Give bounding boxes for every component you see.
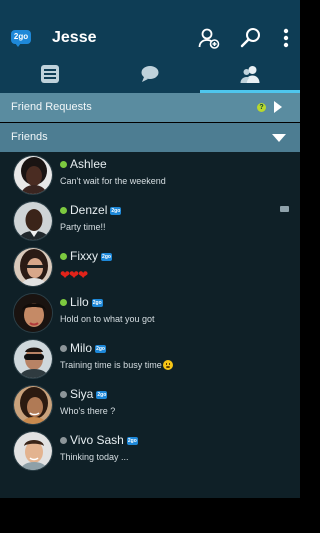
2go-badge: 2go (95, 345, 107, 353)
tab-messages[interactable] (100, 58, 200, 93)
tab-bar (0, 58, 300, 93)
2go-badge: 2go (101, 253, 112, 261)
app-screen: 2go Jesse Friend Requests ? Friends Ashl… (0, 0, 300, 533)
list-item[interactable]: Ashlee Can't wait for the weekend (0, 152, 300, 198)
avatar (13, 247, 53, 287)
friend-name: Siya 2go (70, 387, 108, 401)
status-dot-offline (60, 391, 67, 398)
avatar (13, 155, 53, 195)
friend-status-message: Hold on to what you got (60, 314, 155, 324)
smiley-icon (162, 360, 173, 370)
list-item[interactable]: Lilo 2go Hold on to what you got (0, 290, 300, 336)
tab-friends[interactable] (200, 58, 300, 93)
avatar (13, 201, 53, 241)
friends-header[interactable]: Friends (0, 123, 300, 152)
friend-name: Fixxy 2go (70, 249, 112, 263)
tab-chats-list[interactable] (0, 58, 100, 93)
avatar (13, 339, 53, 379)
friend-name: Ashlee (70, 157, 107, 171)
search-icon[interactable] (239, 26, 263, 50)
requests-count-badge: ? (257, 103, 266, 112)
app-logo: 2go (11, 30, 31, 47)
chat-bubble-icon (141, 66, 159, 82)
page-title: Jesse (52, 29, 97, 46)
friend-status-message: Party time!! (60, 222, 106, 232)
hearts-icon: ❤❤❤ (60, 268, 88, 282)
bottom-bar (0, 498, 300, 533)
list-item[interactable]: Denzel 2go Party time!! (0, 198, 300, 244)
chevron-down-icon (272, 134, 286, 142)
friends-icon (240, 66, 260, 83)
list-item[interactable]: Milo 2go Training time is busy time (0, 336, 300, 382)
2go-badge: 2go (126, 437, 138, 445)
friend-name: Milo 2go (70, 341, 107, 355)
friend-status-message: Thinking today ... (60, 452, 129, 462)
status-dot-online (60, 299, 67, 306)
friend-list: Ashlee Can't wait for the weekend Denzel… (0, 152, 300, 498)
2go-badge: 2go (96, 391, 108, 399)
friend-status-message: Can't wait for the weekend (60, 176, 166, 186)
list-item[interactable]: Fixxy 2go ❤❤❤ (0, 244, 300, 290)
status-dot-offline (60, 437, 67, 444)
2go-badge: 2go (91, 299, 103, 307)
status-dot-online (60, 253, 67, 260)
friend-status-message: ❤❤❤ (60, 268, 88, 282)
friend-requests-header[interactable]: Friend Requests ? (0, 93, 300, 122)
list-item[interactable]: Vivo Sash 2go Thinking today ... (0, 428, 300, 474)
list-item[interactable]: Siya 2go Who's there ? (0, 382, 300, 428)
friend-status-message: Who's there ? (60, 406, 116, 416)
chevron-right-icon (274, 101, 282, 113)
app-bar: 2go Jesse (0, 0, 300, 58)
friend-name: Vivo Sash 2go (70, 433, 138, 447)
friend-requests-label: Friend Requests (11, 101, 92, 113)
add-user-icon[interactable] (197, 26, 221, 50)
status-dot-offline (60, 345, 67, 352)
status-dot-online (60, 207, 67, 214)
friend-name: Lilo 2go (70, 295, 103, 309)
more-vert-icon[interactable] (274, 26, 298, 50)
avatar (13, 431, 53, 471)
2go-badge: 2go (110, 207, 122, 215)
message-icon (280, 206, 289, 212)
avatar (13, 385, 53, 425)
friends-label: Friends (11, 131, 48, 143)
friend-status-message: Training time is busy time (60, 360, 173, 370)
list-icon (41, 65, 59, 83)
status-dot-online (60, 161, 67, 168)
avatar (13, 293, 53, 333)
friend-name: Denzel 2go (70, 203, 122, 217)
